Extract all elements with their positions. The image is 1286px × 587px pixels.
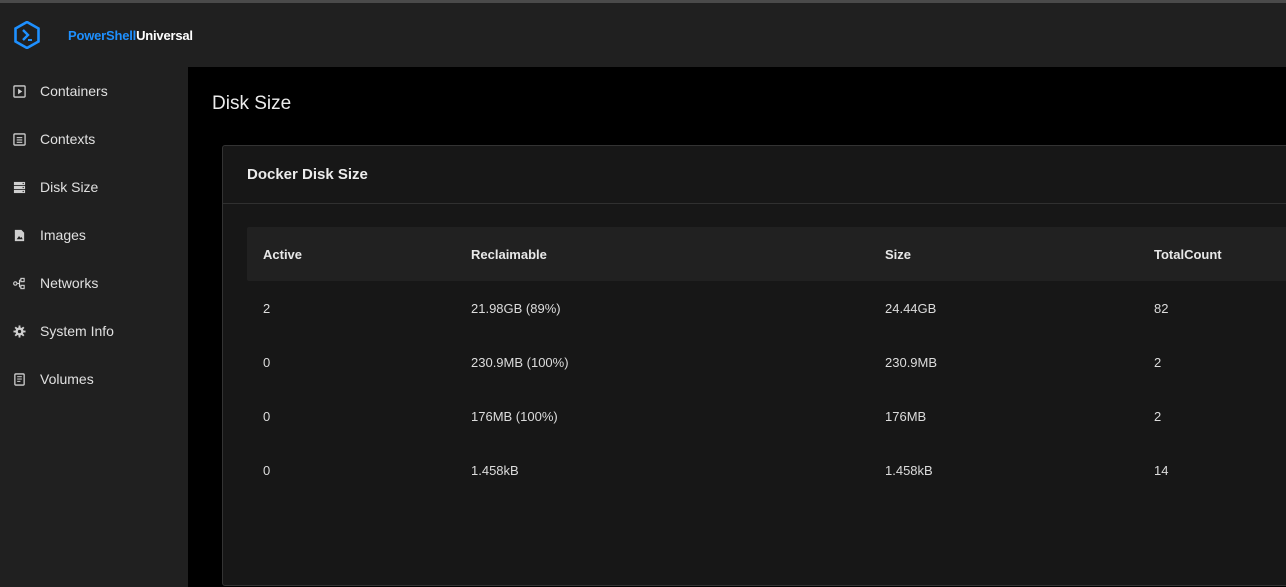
column-header-totalcount[interactable]: TotalCount <box>1154 247 1286 262</box>
powershell-logo-icon[interactable] <box>12 20 42 50</box>
volume-file-icon <box>12 372 26 386</box>
main-content: Disk Size Docker Disk Size Active Reclai… <box>188 67 1286 587</box>
table-header: Active Reclaimable Size TotalCount <box>247 227 1286 281</box>
sidebar-item-images[interactable]: Images <box>0 211 188 259</box>
disk-size-card: Docker Disk Size Active Reclaimable Size… <box>222 145 1286 586</box>
sidebar-item-volumes[interactable]: Volumes <box>0 355 188 403</box>
cell-size: 24.44GB <box>885 300 937 316</box>
brand-powershell: PowerShell <box>68 27 137 43</box>
cell-totalcount: 2 <box>1154 408 1162 424</box>
storage-icon <box>12 180 26 194</box>
page-title: Disk Size <box>212 93 292 114</box>
cell-size: 1.458kB <box>885 462 933 478</box>
sidebar: Containers Contexts Disk Size Images Net… <box>0 67 188 587</box>
column-header-reclaimable[interactable]: Reclaimable <box>471 247 885 262</box>
list-box-icon <box>12 132 26 146</box>
table-row: 0 176MB (100%) 176MB 2 <box>247 389 1286 443</box>
cell-reclaimable: 21.98GB (89%) <box>471 300 561 316</box>
cell-active: 0 <box>263 354 271 370</box>
sidebar-item-label: Contexts <box>40 131 96 147</box>
sidebar-item-contexts[interactable]: Contexts <box>0 115 188 163</box>
cell-active: 0 <box>263 408 271 424</box>
sidebar-item-label: Networks <box>40 275 99 291</box>
app-header: PowerShellUniversal <box>0 3 1286 67</box>
sidebar-item-label: Images <box>40 227 86 243</box>
cell-reclaimable: 1.458kB <box>471 462 519 478</box>
cell-active: 2 <box>263 300 271 316</box>
sidebar-item-label: System Info <box>40 323 114 339</box>
column-header-size[interactable]: Size <box>885 247 1154 262</box>
network-nodes-icon <box>12 276 26 290</box>
gear-icon <box>12 324 26 338</box>
cell-active: 0 <box>263 462 271 478</box>
cell-totalcount: 82 <box>1154 300 1169 316</box>
disk-size-table: Active Reclaimable Size TotalCount 2 21.… <box>247 227 1286 497</box>
sidebar-item-label: Containers <box>40 83 108 99</box>
cell-totalcount: 2 <box>1154 354 1162 370</box>
file-image-icon <box>12 228 26 242</box>
card-header: Docker Disk Size <box>223 146 1286 204</box>
column-header-active[interactable]: Active <box>247 247 471 262</box>
sidebar-item-networks[interactable]: Networks <box>0 259 188 307</box>
sidebar-item-system-info[interactable]: System Info <box>0 307 188 355</box>
brand-universal: Universal <box>136 27 193 43</box>
table-row: 2 21.98GB (89%) 24.44GB 82 <box>247 281 1286 335</box>
brand-title[interactable]: PowerShellUniversal <box>68 28 193 43</box>
table-row: 0 230.9MB (100%) 230.9MB 2 <box>247 335 1286 389</box>
cell-reclaimable: 230.9MB (100%) <box>471 354 569 370</box>
sidebar-item-label: Disk Size <box>40 179 99 195</box>
cell-size: 176MB <box>885 408 927 424</box>
app-window: PowerShellUniversal Containers Contexts … <box>0 0 1286 587</box>
cell-reclaimable: 176MB (100%) <box>471 408 558 424</box>
play-square-icon <box>12 84 26 98</box>
cell-size: 230.9MB <box>885 354 938 370</box>
card-title: Docker Disk Size <box>247 166 368 183</box>
sidebar-item-containers[interactable]: Containers <box>0 67 188 115</box>
cell-totalcount: 14 <box>1154 462 1169 478</box>
sidebar-item-disk-size[interactable]: Disk Size <box>0 163 188 211</box>
table-row: 0 1.458kB 1.458kB 14 <box>247 443 1286 497</box>
sidebar-item-label: Volumes <box>40 371 94 387</box>
